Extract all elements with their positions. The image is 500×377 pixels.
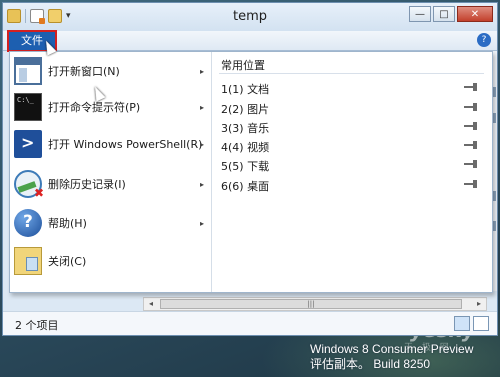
frequent-place-item[interactable]: 3(3) 音乐 (213, 118, 492, 136)
help-icon[interactable]: ? (477, 33, 491, 47)
view-switcher (454, 316, 489, 331)
close-button[interactable]: ✕ (457, 6, 493, 22)
file-menu-commands: 打开新窗口(N) ▸ 打开命令提示符(P) ▸ 打开 Windows Power… (10, 52, 212, 292)
pin-icon[interactable] (464, 122, 478, 130)
menu-item-help[interactable]: 帮助(H) ▸ (10, 206, 212, 240)
menu-item-open-command-prompt[interactable]: 打开命令提示符(P) ▸ (10, 90, 212, 124)
menu-item-open-powershell[interactable]: 打开 Windows PowerShell(R) ▸ (10, 127, 212, 161)
details-view-icon[interactable] (454, 316, 470, 331)
menu-item-label: 关闭(C) (48, 255, 87, 268)
frequent-place-item[interactable]: 1(1) 文档 (213, 79, 492, 97)
menu-item-label: 删除历史记录(I) (48, 178, 126, 191)
explorer-window: ▾ temp — □ ✕ 文件 ? ◂ ||| ▸ 2 个项目 打开新窗口(N)… (2, 2, 498, 336)
submenu-arrow-icon: ▸ (199, 179, 204, 189)
command-prompt-icon (14, 93, 42, 121)
watermark-line-1: Windows 8 Consumer Preview (310, 342, 474, 356)
submenu-arrow-icon: ▸ (199, 66, 204, 76)
frequent-place-item[interactable]: 4(4) 视频 (213, 137, 492, 155)
frequent-place-label: 2(2) 图片 (221, 103, 270, 116)
submenu-arrow-icon: ▸ (199, 139, 204, 149)
frequent-place-label: 1(1) 文档 (221, 83, 270, 96)
frequent-places-title: 常用位置 (221, 59, 265, 72)
frequent-place-label: 5(5) 下载 (221, 160, 270, 173)
pin-icon[interactable] (464, 103, 478, 111)
scroll-left-arrow-icon[interactable]: ◂ (144, 298, 158, 310)
menu-item-label: 打开命令提示符(P) (48, 101, 141, 114)
item-count: 2 个项目 (15, 319, 59, 332)
menu-item-open-new-window[interactable]: 打开新窗口(N) ▸ (10, 54, 212, 88)
title-bar[interactable]: ▾ temp — □ ✕ (3, 3, 497, 31)
os-watermark: Windows 8 Consumer Preview 评估副本。 Build 8… (310, 342, 473, 372)
menu-item-label: 打开新窗口(N) (48, 65, 120, 78)
ribbon-tab-strip: 文件 ? (3, 30, 497, 52)
maximize-button[interactable]: □ (433, 6, 455, 22)
frequent-place-item[interactable]: 6(6) 桌面 (213, 176, 492, 194)
frequent-place-item[interactable]: 5(5) 下载 (213, 156, 492, 174)
status-bar: 2 个项目 (3, 311, 497, 335)
frequent-place-item[interactable]: 2(2) 图片 (213, 99, 492, 117)
pin-icon[interactable] (464, 83, 478, 91)
frequent-place-label: 4(4) 视频 (221, 141, 270, 154)
large-icons-view-icon[interactable] (473, 316, 489, 331)
submenu-arrow-icon: ▸ (199, 102, 204, 112)
pin-icon[interactable] (464, 141, 478, 149)
pin-icon[interactable] (464, 160, 478, 168)
submenu-arrow-icon: ▸ (199, 218, 204, 228)
frequent-places-panel: 常用位置 1(1) 文档 2(2) 图片 3(3) 音乐 4(4) 视频 5(5… (213, 52, 492, 292)
close-window-icon (14, 247, 42, 275)
watermark-line-2: 评估副本。 Build 8250 (310, 357, 431, 371)
minimize-button[interactable]: — (409, 6, 431, 22)
window-controls: — □ ✕ (409, 6, 493, 22)
frequent-place-label: 3(3) 音乐 (221, 122, 270, 135)
help-icon (14, 209, 42, 237)
horizontal-scrollbar[interactable]: ◂ ||| ▸ (143, 297, 487, 311)
delete-history-icon (14, 170, 44, 200)
scroll-right-arrow-icon[interactable]: ▸ (472, 298, 486, 310)
new-window-icon (14, 57, 42, 85)
menu-item-close[interactable]: 关闭(C) (10, 244, 212, 278)
pin-icon[interactable] (464, 180, 478, 188)
divider (219, 73, 484, 74)
file-menu: 打开新窗口(N) ▸ 打开命令提示符(P) ▸ 打开 Windows Power… (9, 51, 493, 293)
menu-item-label: 打开 Windows PowerShell(R) (48, 138, 203, 151)
frequent-place-label: 6(6) 桌面 (221, 180, 270, 193)
powershell-icon (14, 130, 42, 158)
menu-item-delete-history[interactable]: 删除历史记录(I) ▸ (10, 167, 212, 201)
menu-item-label: 帮助(H) (48, 217, 87, 230)
scrollbar-thumb[interactable]: ||| (160, 299, 462, 309)
